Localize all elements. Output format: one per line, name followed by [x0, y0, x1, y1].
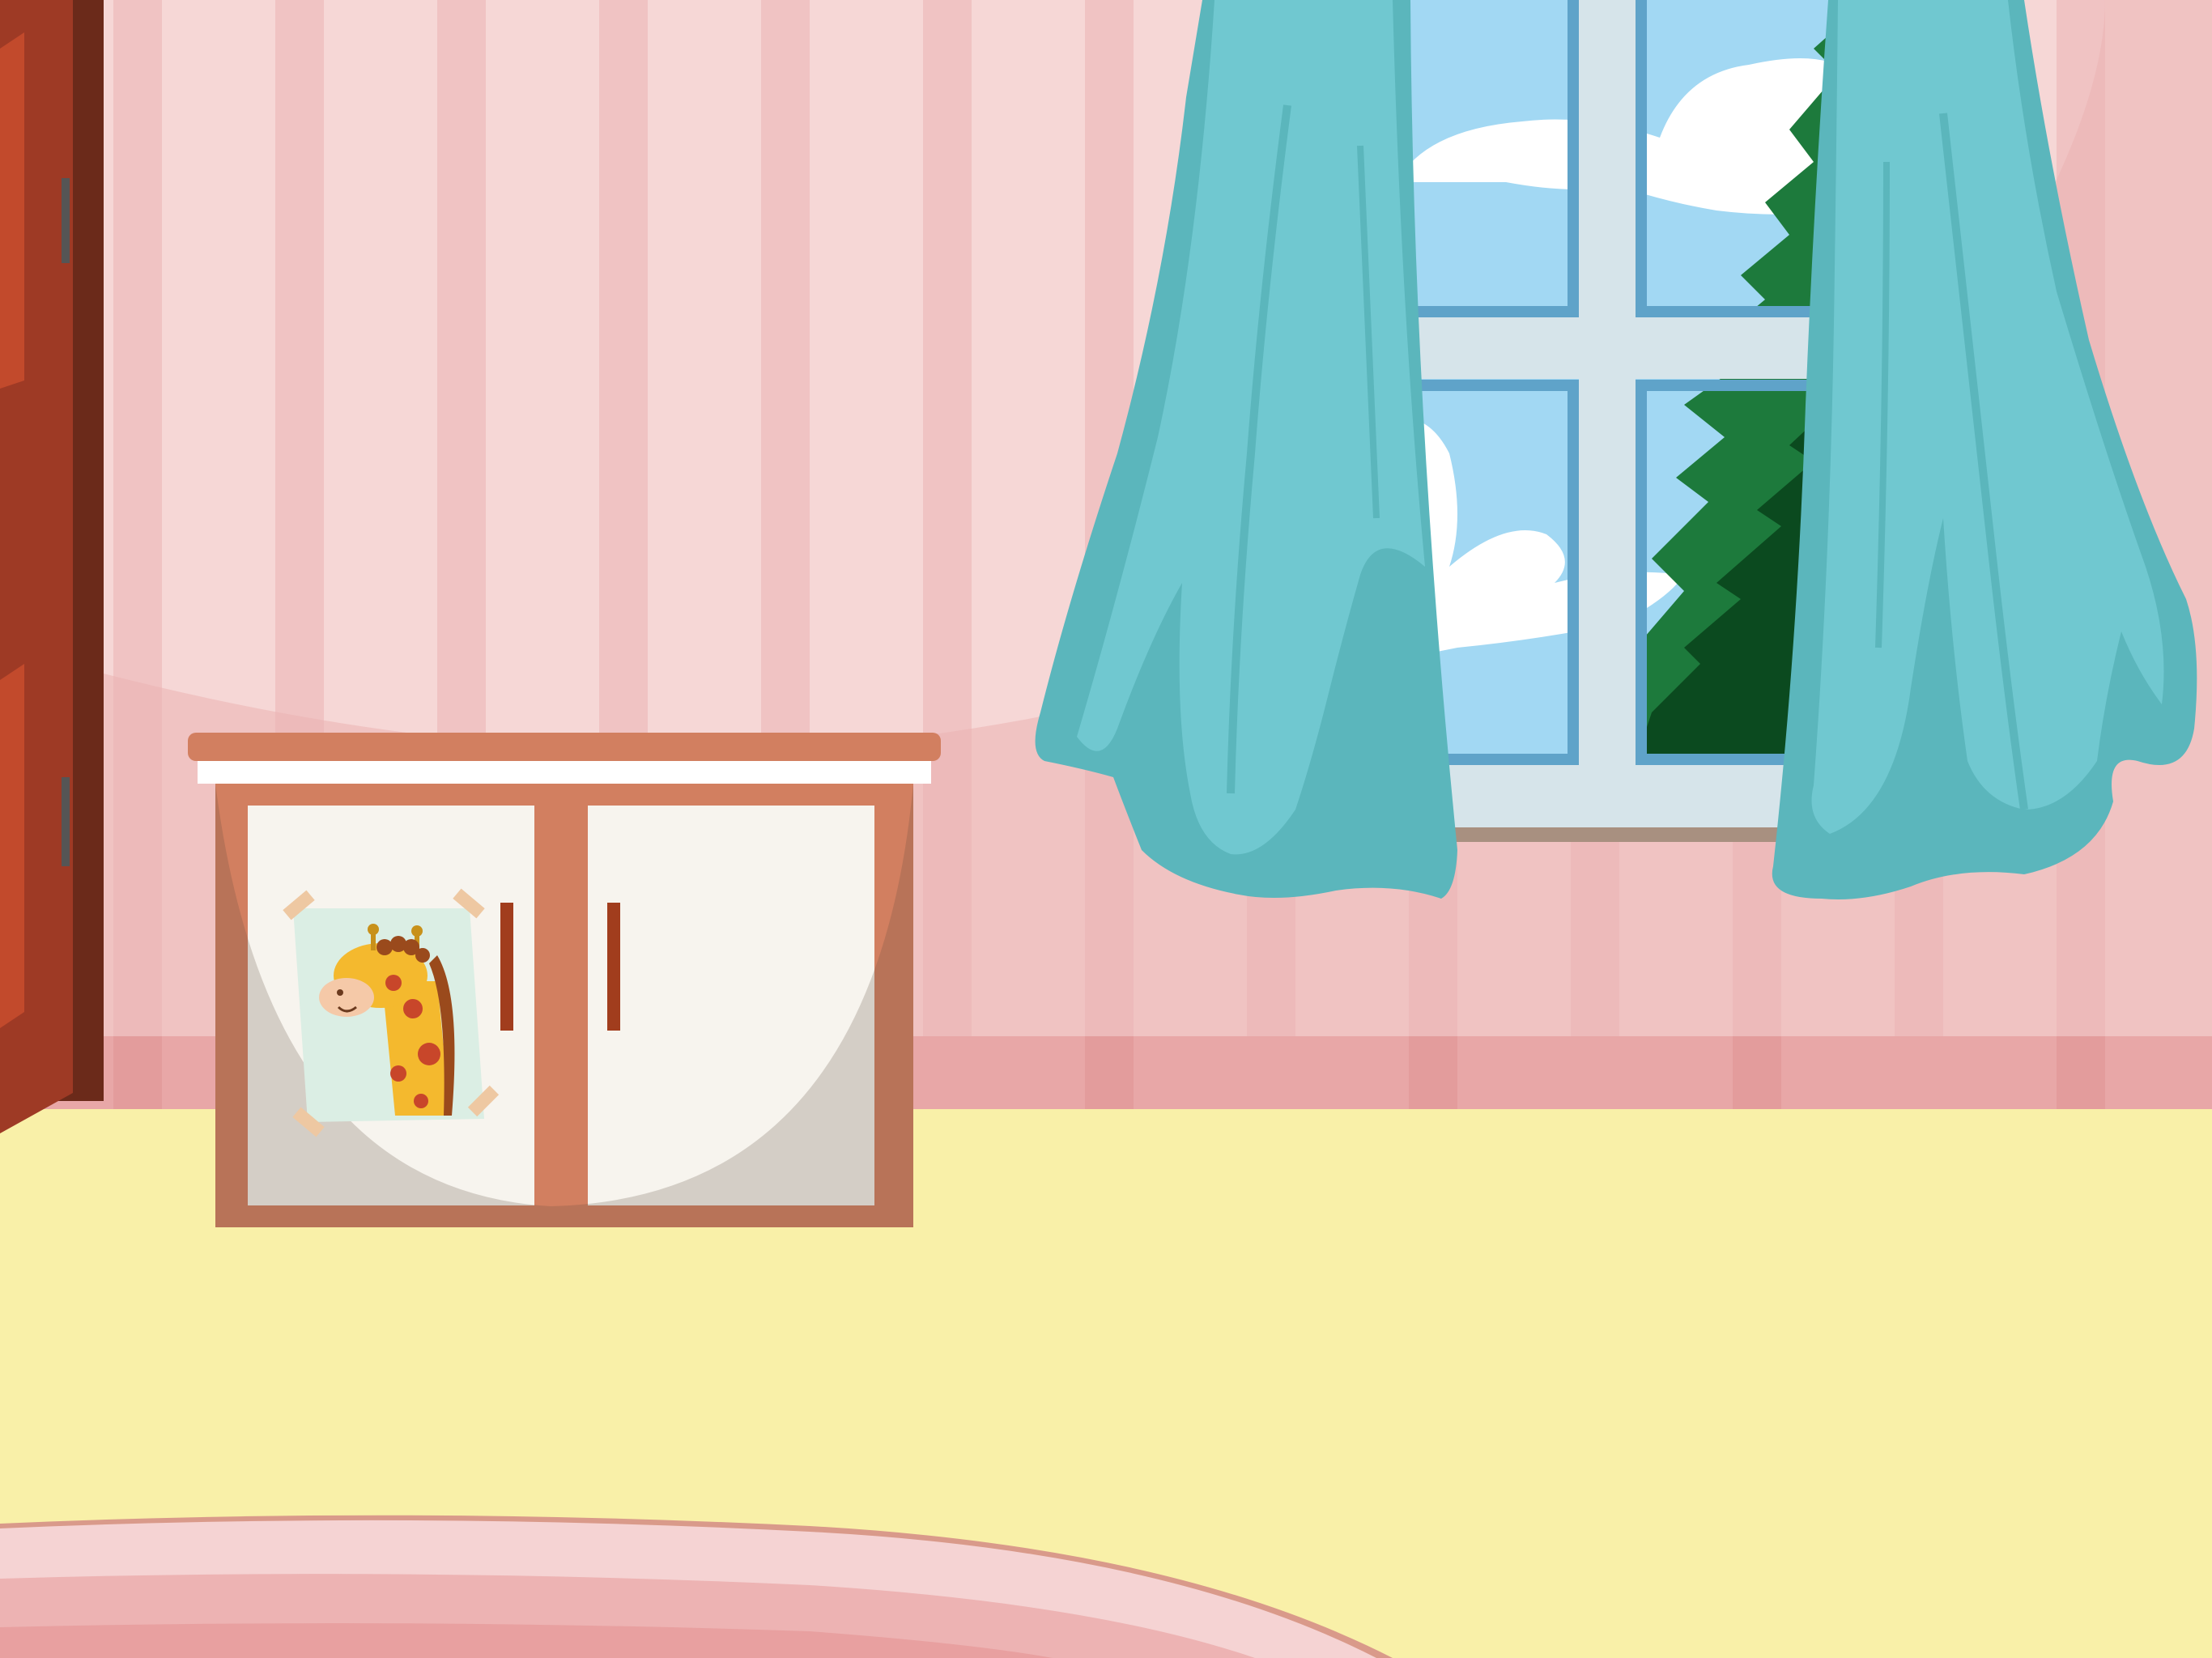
door [0, 0, 104, 1133]
cabinet-handle-left [500, 903, 513, 1031]
bedroom-scene [0, 0, 2212, 1658]
cabinet-top [188, 733, 941, 761]
door-hinge-bottom [62, 777, 70, 866]
cabinet-handle-right [607, 903, 620, 1031]
scene-illustration [0, 0, 2212, 1658]
giraffe-drawing [283, 888, 500, 1137]
door-hinge-top [62, 178, 70, 263]
